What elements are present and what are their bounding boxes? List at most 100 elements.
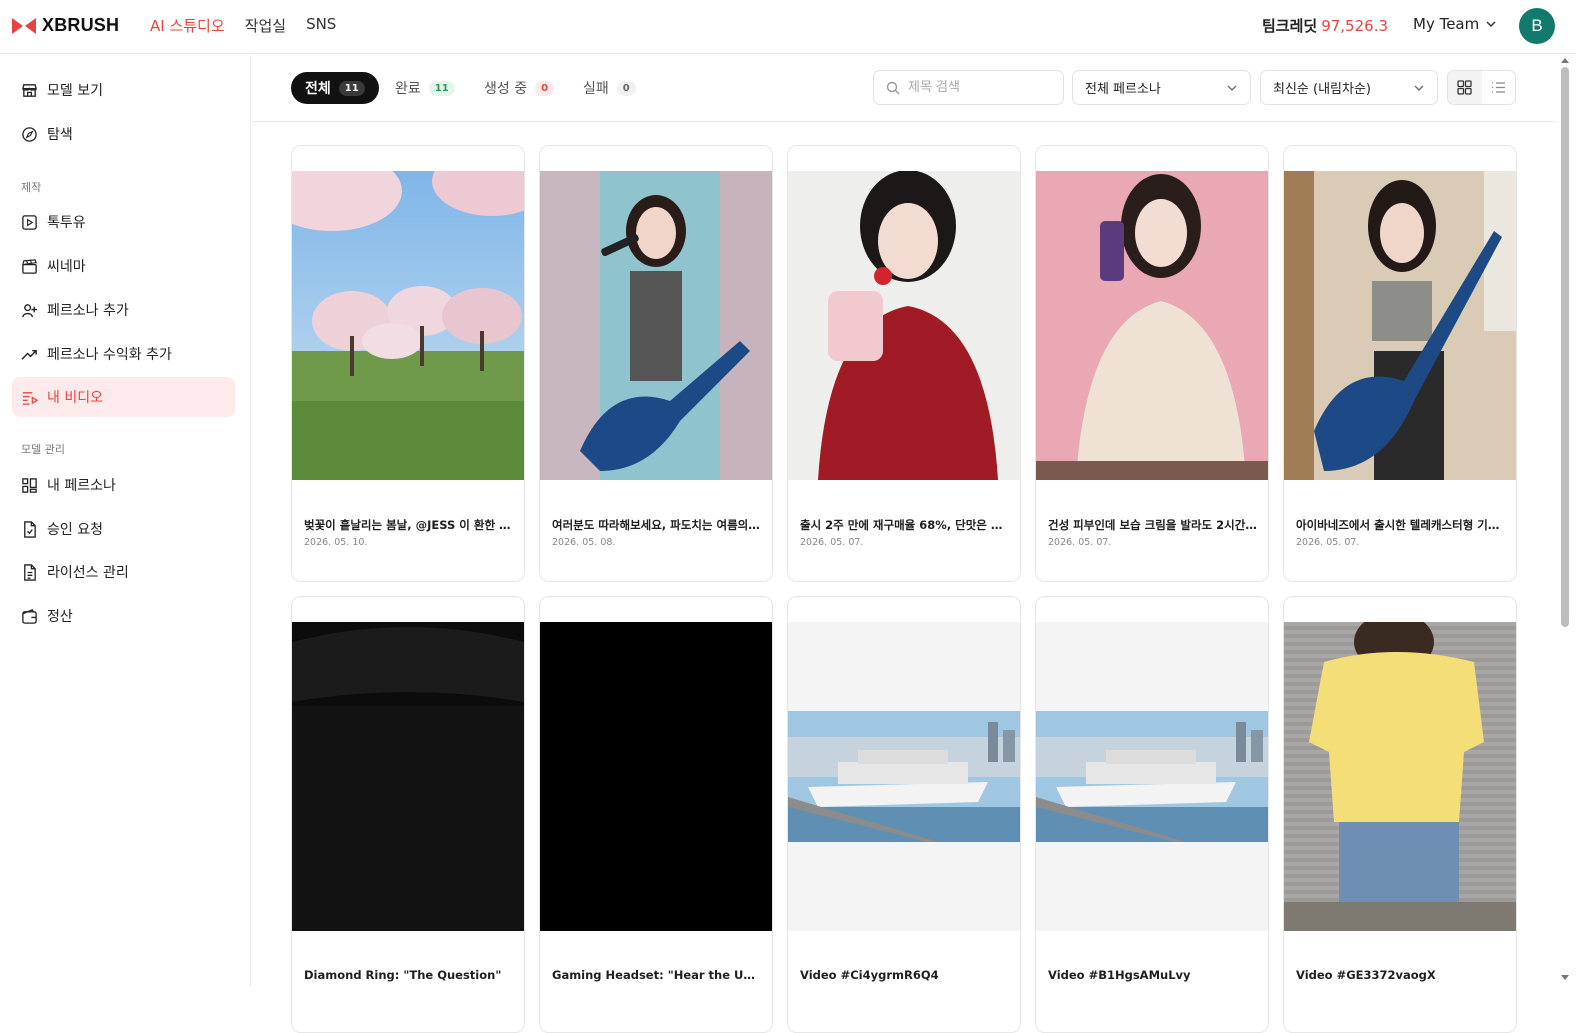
sidebar-item-talktoyou[interactable]: 톡투유 [12, 202, 235, 242]
card-title: Video #GE3372vaogX [1296, 968, 1436, 982]
video-card[interactable]: 여러분도 따라해보세요, 파도치는 여름의 ... 2026. 05. 08. [539, 145, 773, 582]
tab-label: 완료 [395, 81, 421, 97]
video-thumbnail [788, 622, 1020, 931]
sidebar-item-add-persona[interactable]: 페르소나 추가 [12, 290, 235, 330]
avatar[interactable]: B [1519, 8, 1555, 44]
sort-select[interactable]: 최신순 (내림차순) [1260, 70, 1438, 105]
sidebar-item-license[interactable]: 라이선스 관리 [12, 552, 235, 592]
video-card[interactable]: 건성 피부인데 보습 크림을 발라도 2시간 ... 2026. 05. 07. [1035, 145, 1269, 582]
card-date: 2026. 05. 07. [1048, 537, 1112, 548]
sidebar-item-cinema[interactable]: 씨네마 [12, 246, 235, 286]
video-card[interactable]: Video #B1HgsAMuLvy [1035, 596, 1269, 1033]
cruise-ship-thumbnail [1036, 622, 1268, 931]
sidebar-item-label: 페르소나 추가 [47, 303, 129, 319]
team-dropdown[interactable]: My Team [1413, 15, 1497, 33]
video-thumbnail [1284, 171, 1516, 480]
sidebar-item-model-view[interactable]: 모델 보기 [12, 70, 235, 110]
video-card[interactable]: 아이바네즈에서 출시한 텔레캐스터형 기타... 2026. 05. 07. [1283, 145, 1517, 582]
search-icon [886, 81, 900, 94]
scroll-down-arrow[interactable] [1561, 975, 1569, 980]
sidebar-item-label: 정산 [47, 609, 73, 625]
video-thumbnail [1036, 171, 1268, 480]
chevron-down-icon [1486, 21, 1496, 28]
video-card[interactable]: Gaming Headset: "Hear the Unhear... [539, 596, 773, 1033]
user-plus-icon [22, 303, 38, 317]
document-icon [24, 563, 36, 581]
cherry-blossom-thumbnail [292, 171, 524, 480]
singer-guitar-thumbnail [540, 171, 772, 480]
view-toggle [1447, 70, 1516, 105]
video-thumbnail [540, 622, 772, 931]
grid-view-button[interactable] [1448, 71, 1482, 104]
video-card[interactable]: 출시 2주 만에 재구매율 68%, 단맛은 줄이... 2026. 05. 0… [787, 145, 1021, 582]
video-thumbnail [1284, 622, 1516, 931]
brand-logo[interactable]: XBRUSH [12, 15, 119, 36]
list-view-icon [1491, 82, 1505, 93]
video-thumbnail [788, 171, 1020, 480]
topnav-ai-studio[interactable]: AI 스튜디오 [150, 15, 225, 36]
clapperboard-icon [22, 258, 37, 274]
card-title: 여러분도 따라해보세요, 파도치는 여름의 ... [552, 518, 762, 532]
card-title: Gaming Headset: "Hear the Unhear... [552, 968, 762, 982]
trending-up-icon [21, 349, 37, 360]
pink-serum-thumbnail [1036, 171, 1268, 480]
top-nav: AI 스튜디오 작업실 SNS [150, 15, 336, 36]
sidebar-item-my-videos[interactable]: 내 비디오 [12, 377, 235, 417]
list-view-button[interactable] [1482, 71, 1516, 104]
topnav-sns[interactable]: SNS [306, 15, 336, 36]
chevron-down-icon [1414, 85, 1424, 91]
sidebar: 모델 보기 탐색 제작 톡투유 씨네마 페르소나 추가 페르소나 수익화 추가 … [0, 55, 251, 987]
tab-count: 11 [428, 80, 455, 96]
persona-select-value: 전체 페르소나 [1085, 82, 1161, 97]
sidebar-item-settlement[interactable]: 정산 [12, 596, 235, 636]
video-card[interactable]: 벚꽃이 흩날리는 봄날, @JESS 이 환한 미... 2026. 05. 1… [291, 145, 525, 582]
grid-view-icon [1457, 80, 1472, 95]
page-scrollbar[interactable] [1558, 55, 1576, 987]
tab-all[interactable]: 전체 11 [291, 72, 379, 104]
persona-select[interactable]: 전체 페르소나 [1072, 70, 1251, 105]
card-title: Video #Ci4ygrmR6Q4 [800, 968, 939, 982]
topnav-workroom[interactable]: 작업실 [245, 15, 286, 36]
video-card[interactable]: Diamond Ring: "The Question" [291, 596, 525, 1033]
xbrush-logo-icon [12, 17, 36, 34]
card-title: Video #B1HgsAMuLvy [1048, 968, 1191, 982]
sidebar-item-label: 톡투유 [47, 215, 86, 231]
cruise-ship-thumbnail [788, 622, 1020, 931]
main-content: 전체 11 완료 11 생성 중 0 실패 0 전체 페르소나 최신순 (내림차… [252, 55, 1558, 1033]
card-title: 아이바네즈에서 출시한 텔레캐스터형 기타... [1296, 518, 1506, 532]
scroll-up-arrow[interactable] [1561, 58, 1569, 63]
top-bar: XBRUSH AI 스튜디오 작업실 SNS 팀크레딧 97,526.3 My T… [0, 0, 1576, 54]
scroll-thumb[interactable] [1561, 67, 1569, 627]
tab-failed[interactable]: 실패 0 [583, 72, 636, 104]
sidebar-item-persona-monetize[interactable]: 페르소나 수익화 추가 [12, 334, 235, 374]
credits-label: 팀크레딧 [1262, 17, 1318, 35]
sidebar-item-explore[interactable]: 탐색 [12, 114, 235, 154]
sidebar-item-label: 탐색 [47, 127, 73, 143]
tab-count: 0 [535, 80, 555, 96]
tab-completed[interactable]: 완료 11 [395, 72, 455, 104]
team-credits: 팀크레딧 97,526.3 [1262, 15, 1388, 36]
sidebar-item-label: 페르소나 수익화 추가 [47, 347, 172, 363]
tab-count: 11 [338, 80, 365, 96]
search-input[interactable] [908, 80, 1048, 95]
video-list-icon [22, 391, 38, 405]
video-card[interactable]: Video #GE3372vaogX [1283, 596, 1517, 1033]
dark-velvet-thumbnail [292, 622, 524, 931]
yellow-shirt-thumbnail [1284, 622, 1516, 931]
sidebar-item-label: 라이선스 관리 [47, 565, 129, 581]
compass-icon [22, 126, 37, 142]
card-date: 2026. 05. 07. [1296, 537, 1360, 548]
video-card[interactable]: Video #Ci4ygrmR6Q4 [787, 596, 1021, 1033]
card-title: 출시 2주 만에 재구매율 68%, 단맛은 줄이... [800, 518, 1010, 532]
search-box [873, 70, 1064, 105]
sidebar-item-my-persona[interactable]: 내 페르소나 [12, 465, 235, 505]
tab-generating[interactable]: 생성 중 0 [484, 72, 555, 104]
video-thumbnail [292, 622, 524, 931]
sidebar-item-approval[interactable]: 승인 요청 [12, 509, 235, 549]
file-check-icon [24, 520, 36, 538]
sidebar-item-label: 내 페르소나 [47, 478, 116, 494]
sidebar-item-label: 승인 요청 [47, 522, 103, 538]
card-date: 2026. 05. 07. [800, 537, 864, 548]
tab-label: 실패 [583, 81, 609, 97]
tab-count: 0 [616, 80, 636, 96]
